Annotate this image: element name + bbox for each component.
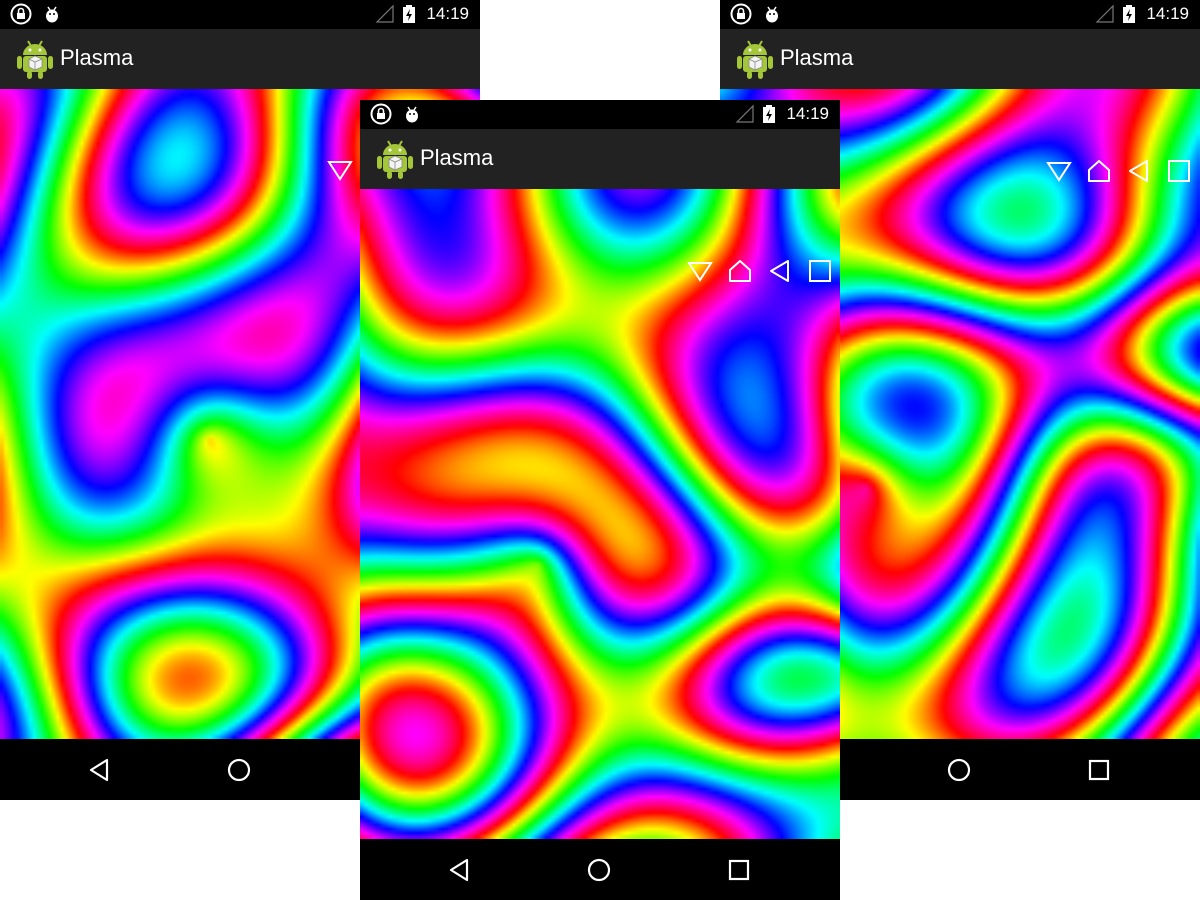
- signal-icon: [375, 4, 394, 23]
- status-time: 14:19: [426, 4, 469, 23]
- square-outline-icon[interactable]: [1166, 158, 1192, 184]
- action-bar: Plasma: [0, 29, 480, 89]
- back-icon[interactable]: [444, 855, 474, 885]
- recents-icon[interactable]: [724, 855, 754, 885]
- action-bar: Plasma: [720, 29, 1200, 89]
- status-bar: 14:19: [720, 0, 1200, 29]
- lock-notification-icon: [370, 103, 392, 125]
- triangle-down-outline-icon[interactable]: [687, 258, 713, 284]
- house-outline-icon[interactable]: [1086, 158, 1112, 184]
- home-icon[interactable]: [224, 755, 254, 785]
- triangle-left-outline-icon[interactable]: [1126, 158, 1152, 184]
- signal-icon: [1095, 4, 1114, 23]
- phone-screen-center: 14:19 Plasma: [360, 100, 840, 900]
- android-debug-icon: [766, 6, 778, 23]
- triangle-down-outline-icon[interactable]: [327, 157, 353, 183]
- app-title: Plasma: [780, 45, 854, 70]
- lock-notification-icon: [730, 3, 752, 25]
- plasma-canvas[interactable]: [360, 189, 840, 839]
- android-app-icon: [377, 140, 413, 179]
- status-bar: 14:19: [0, 0, 480, 29]
- triangle-left-outline-icon[interactable]: [767, 258, 793, 284]
- battery-charging-icon: [1123, 5, 1135, 23]
- home-icon[interactable]: [944, 755, 974, 785]
- status-time: 14:19: [1146, 4, 1189, 23]
- triangle-down-outline-icon[interactable]: [1046, 158, 1072, 184]
- signal-icon: [735, 104, 754, 123]
- square-outline-icon[interactable]: [807, 258, 833, 284]
- recents-icon[interactable]: [1084, 755, 1114, 785]
- android-debug-icon: [46, 6, 58, 23]
- navigation-bar: [360, 839, 840, 900]
- lock-notification-icon: [10, 3, 32, 25]
- android-app-icon: [17, 40, 53, 79]
- app-title: Plasma: [60, 45, 134, 70]
- action-bar: Plasma: [360, 129, 840, 189]
- android-debug-icon: [406, 106, 418, 123]
- android-app-icon: [737, 40, 773, 79]
- home-icon[interactable]: [584, 855, 614, 885]
- back-icon[interactable]: [84, 755, 114, 785]
- app-title: Plasma: [420, 145, 494, 170]
- battery-charging-icon: [403, 5, 415, 23]
- battery-charging-icon: [763, 105, 775, 123]
- status-time: 14:19: [786, 104, 829, 123]
- house-outline-icon[interactable]: [727, 258, 753, 284]
- status-bar: 14:19: [360, 100, 840, 129]
